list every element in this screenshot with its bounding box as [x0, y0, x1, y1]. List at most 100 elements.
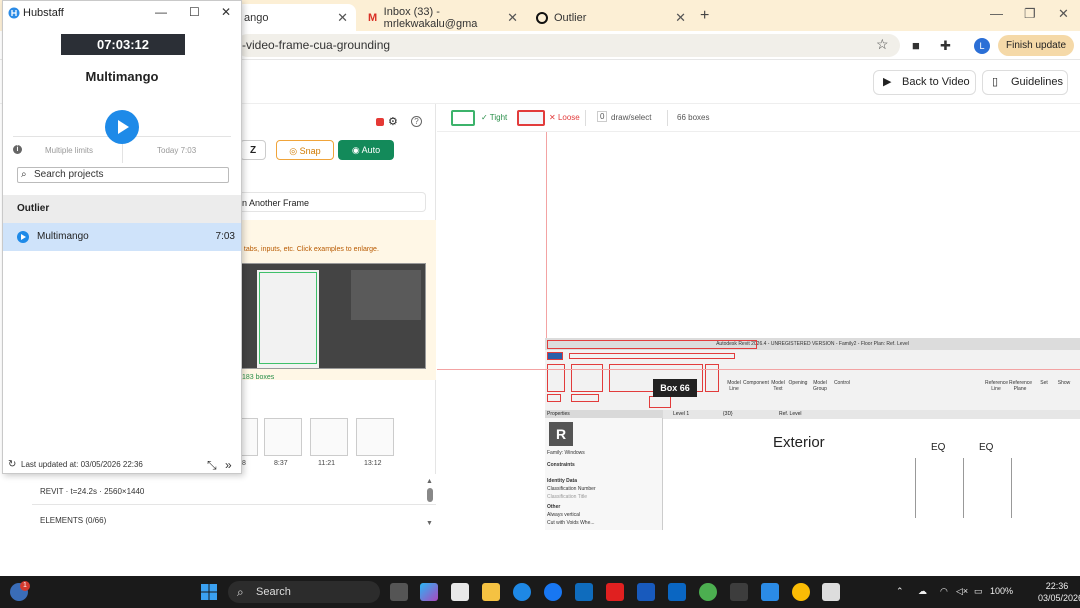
revit-frame: Autodesk Revit 2026.4 - UNREGISTERED VER… — [545, 338, 1080, 530]
bbox-ribbon-tabs[interactable] — [569, 353, 735, 359]
facebook-icon[interactable] — [544, 583, 562, 601]
bbox-quick-access[interactable] — [547, 340, 757, 349]
view-tab-level1[interactable]: Level 1 — [673, 411, 689, 417]
search-icon: ⌕ — [237, 585, 244, 599]
wifi-icon[interactable]: ◠ — [940, 586, 948, 597]
tray-overflow-icon[interactable]: ⌃ — [896, 586, 904, 597]
copilot-icon[interactable] — [420, 583, 438, 601]
back-to-video-button[interactable]: ▶ Back to Video — [873, 70, 976, 95]
tight-box-swatch[interactable] — [451, 110, 475, 126]
scroll-down-icon[interactable]: ▼ — [426, 520, 433, 527]
outlook-icon[interactable] — [575, 583, 593, 601]
record-icon[interactable] — [376, 118, 384, 126]
tab-multimango[interactable]: ango ✕ — [236, 4, 356, 31]
info-icon[interactable]: i — [13, 145, 22, 154]
refresh-icon[interactable]: ↻ — [8, 457, 16, 473]
calculator-icon[interactable] — [730, 583, 748, 601]
taskbar-search[interactable]: ⌕ Search — [228, 581, 380, 603]
annotation-canvas[interactable]: ✓ Tight ✕ Loose 0 draw/select 66 boxes A… — [437, 104, 1080, 530]
ribbon-set[interactable]: Set — [1033, 380, 1055, 386]
snipping-tool-icon[interactable] — [822, 583, 840, 601]
view-tab-3d[interactable]: {3D} — [723, 411, 733, 417]
another-frame-button[interactable]: n Another Frame — [240, 192, 426, 212]
ribbon-show[interactable]: Show — [1053, 380, 1075, 386]
help-icon[interactable]: ? — [411, 116, 422, 127]
battery-icon[interactable]: ▭ — [974, 586, 983, 597]
hubstaff-taskbar-icon[interactable] — [761, 583, 779, 601]
extensions-icon[interactable]: ✚ — [940, 38, 951, 54]
bbox-properties[interactable] — [571, 394, 599, 402]
close-icon[interactable]: ✕ — [507, 10, 518, 26]
always-vertical-label: Always vertical — [547, 512, 581, 518]
search-projects-input[interactable]: ⌕ Search projects — [17, 167, 229, 183]
auto-button[interactable]: ◉ Auto — [338, 140, 394, 160]
ribbon-component[interactable]: Component — [743, 380, 769, 386]
close-window-icon[interactable]: ✕ — [1058, 6, 1069, 22]
maximize-icon[interactable]: ☐ — [189, 5, 200, 19]
project-row-multimango[interactable]: Multimango 7:03 — [3, 223, 241, 251]
finish-update-button[interactable]: Finish update — [998, 35, 1074, 56]
expand-icon[interactable]: » — [225, 457, 232, 473]
eq-label: EQ — [979, 442, 994, 453]
linkedin-icon[interactable] — [668, 583, 686, 601]
ribbon-control[interactable]: Control — [831, 380, 853, 386]
snap-button[interactable]: ◎ Snap — [276, 140, 334, 160]
restore-icon[interactable]: ❐ — [1024, 6, 1036, 22]
z-button[interactable]: Z — [240, 140, 266, 160]
ribbon-reference-line[interactable]: Reference Line — [985, 380, 1008, 392]
bbox-small[interactable] — [649, 396, 671, 408]
play-icon[interactable] — [17, 231, 29, 243]
frame-thumbnail[interactable] — [310, 418, 348, 456]
close-icon[interactable]: ✕ — [337, 10, 348, 26]
view-tab-ref-level[interactable]: Ref. Level — [779, 411, 802, 417]
minimize-icon[interactable]: — — [155, 5, 167, 19]
loose-option[interactable]: ✕ Loose — [549, 113, 580, 122]
volume-icon[interactable]: ◁× — [956, 586, 968, 597]
profile-avatar[interactable]: L — [974, 38, 990, 54]
edge-icon[interactable] — [513, 583, 531, 601]
bbox-select[interactable] — [547, 394, 561, 402]
tab-gmail[interactable]: M Inbox (33) - mrlekwakalu@gma ✕ — [360, 4, 526, 31]
address-bar[interactable]: -video-frame-cua-grounding — [236, 34, 900, 57]
bbox-file-tab[interactable] — [547, 352, 563, 360]
taskbar-clock[interactable]: 22:36 03/05/2026 — [1038, 580, 1080, 604]
video-extension-icon[interactable]: ■ — [912, 38, 920, 53]
youtube-icon[interactable] — [606, 583, 624, 601]
bookmark-star-icon[interactable]: ☆ — [876, 36, 889, 53]
loose-box-swatch[interactable] — [517, 110, 545, 126]
ribbon-reference-plane[interactable]: Reference Plane — [1009, 380, 1032, 392]
snap-icon: ◎ — [289, 146, 300, 156]
ribbon-model-text[interactable]: Model Text — [767, 380, 789, 392]
settings-sliders-icon[interactable]: ⚙ — [388, 115, 398, 128]
chrome-icon[interactable] — [699, 583, 717, 601]
elements-header[interactable]: ELEMENTS (0/66) — [40, 516, 106, 525]
frame-thumbnail[interactable] — [356, 418, 394, 456]
thumbnail-time: 13:12 — [364, 460, 382, 467]
guidelines-button[interactable]: ▯ Guidelines — [982, 70, 1068, 95]
scroll-thumb[interactable] — [427, 488, 433, 502]
close-icon[interactable]: ✕ — [675, 10, 686, 26]
compact-icon[interactable]: ⤡ — [207, 457, 217, 473]
task-view-icon[interactable] — [390, 583, 408, 601]
ribbon-model-line[interactable]: Model Line — [723, 380, 745, 392]
start-timer-button[interactable] — [105, 110, 139, 144]
close-icon[interactable]: ✕ — [221, 5, 231, 19]
new-tab-icon[interactable]: + — [700, 7, 709, 25]
tight-option[interactable]: ✓ Tight — [481, 113, 507, 122]
last-updated-label: Last updated at: 03/05/2026 22:36 — [21, 460, 143, 469]
file-explorer-icon[interactable] — [482, 583, 500, 601]
word-icon[interactable] — [637, 583, 655, 601]
windows-start-icon[interactable] — [200, 583, 218, 601]
frame-thumbnail[interactable] — [264, 418, 302, 456]
ribbon-opening[interactable]: Opening — [787, 380, 809, 386]
photos-icon[interactable] — [451, 583, 469, 601]
organization-row[interactable]: Outlier — [3, 195, 241, 223]
chrome-profile-icon[interactable] — [792, 583, 810, 601]
ribbon-model-group[interactable]: Model Group — [809, 380, 831, 392]
scrollbar[interactable]: ▲ ▼ — [426, 478, 434, 530]
minimize-icon[interactable]: — — [990, 6, 1003, 21]
tab-outlier[interactable]: Outlier ✕ — [528, 4, 694, 31]
cloud-icon[interactable]: ☁ — [918, 586, 927, 597]
example-image[interactable] — [240, 263, 426, 369]
scroll-up-icon[interactable]: ▲ — [426, 478, 433, 485]
